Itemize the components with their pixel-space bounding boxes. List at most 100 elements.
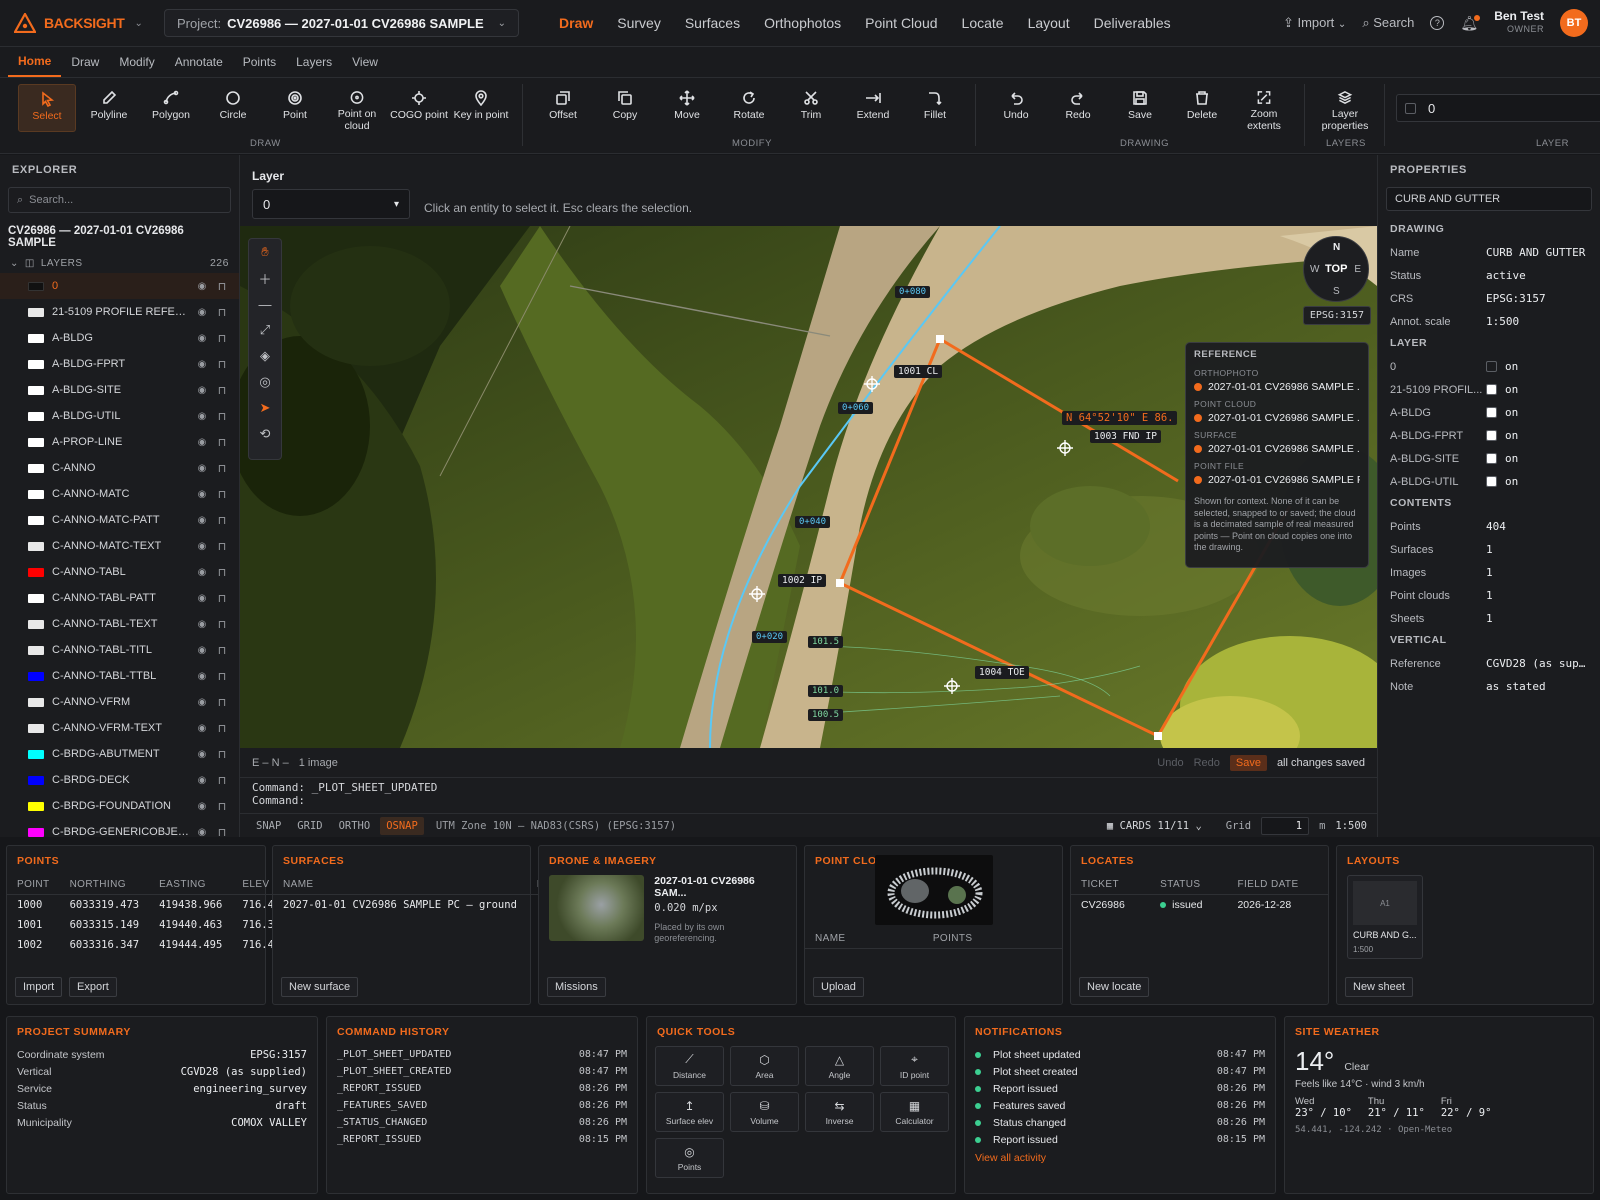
lock-icon[interactable]: ⊓ — [215, 436, 229, 449]
layer-row[interactable]: C-BRDG-ABUTMENT ◉ ⊓ — [0, 741, 239, 767]
distance-tool-button[interactable]: ⟋ Distance — [655, 1046, 724, 1086]
avatar[interactable]: BT — [1560, 9, 1588, 37]
orbit-icon[interactable]: ⟲ — [249, 421, 281, 447]
save-button[interactable]: Save — [1111, 84, 1169, 132]
reference-item[interactable]: 2027-01-01 CV26986 SAMPLE ... — [1194, 412, 1360, 424]
scale-readout[interactable]: 1:500 — [1335, 820, 1367, 832]
eye-icon[interactable]: ◉ — [195, 801, 209, 812]
angle-tool-button[interactable]: △ Angle — [805, 1046, 874, 1086]
layer-row[interactable]: C-ANNO ◉ ⊓ — [0, 455, 239, 481]
point-cloud-thumbnail[interactable] — [874, 855, 993, 925]
notification-row[interactable]: Features saved 08:26 PM — [965, 1097, 1275, 1114]
layer-color-swatch[interactable] — [28, 489, 44, 499]
polygon-button[interactable]: Polygon — [142, 84, 200, 132]
history-row[interactable]: _PLOT_SHEET_UPDATED 08:47 PM — [327, 1046, 637, 1063]
layers-group-header[interactable]: ⌄ ◫ LAYERS 226 — [0, 253, 239, 273]
layer-color-swatch[interactable] — [28, 515, 44, 525]
eye-icon[interactable]: ◉ — [195, 541, 209, 552]
layer-row[interactable]: C-ANNO-MATC-PATT ◉ ⊓ — [0, 507, 239, 533]
eye-icon[interactable]: ◉ — [195, 697, 209, 708]
view-all-activity-link[interactable]: View all activity — [965, 1148, 1275, 1168]
lock-icon[interactable]: ⊓ — [215, 644, 229, 657]
layout-sheet-tile[interactable]: A1 CURB AND G... 1:500 — [1347, 875, 1423, 959]
search-button[interactable]: ⌕ Search — [1362, 15, 1414, 31]
eye-icon[interactable]: ◉ — [195, 489, 209, 500]
history-row[interactable]: _PLOT_SHEET_CREATED 08:47 PM — [327, 1063, 637, 1080]
lock-icon[interactable]: ⊓ — [215, 670, 229, 683]
layer-row[interactable]: C-ANNO-TABL-TTBL ◉ ⊓ — [0, 663, 239, 689]
grid-toggle[interactable]: GRID — [291, 817, 328, 835]
delete-button[interactable]: Delete — [1173, 84, 1231, 132]
reference-item[interactable]: 2027-01-01 CV26986 SAMPLE ... — [1194, 381, 1360, 393]
entity-name-field[interactable]: CURB AND GUTTER — [1386, 187, 1592, 211]
table-row[interactable]: 2027-01-01 CV26986 SAMPLE PC — ground1 — [273, 895, 554, 916]
copy-button[interactable]: Copy — [596, 84, 654, 132]
layer-color-swatch[interactable] — [28, 359, 44, 369]
tab-modify[interactable]: Modify — [109, 47, 164, 77]
layer-color-swatch[interactable] — [28, 749, 44, 759]
layer-color-swatch[interactable] — [28, 541, 44, 551]
tab-draw[interactable]: Draw — [61, 47, 109, 77]
layer-visibility-checkbox[interactable] — [1486, 476, 1497, 487]
redo-link[interactable]: Redo — [1194, 757, 1220, 769]
point-button[interactable]: Point — [266, 84, 324, 132]
table-row[interactable]: 1001 6033315.149 419440.463 716.3 — [7, 915, 284, 935]
layer-row[interactable]: C-BRDG-FOUNDATION ◉ ⊓ — [0, 793, 239, 819]
eye-icon[interactable]: ◉ — [195, 775, 209, 786]
layer-row[interactable]: C-ANNO-VFRM ◉ ⊓ — [0, 689, 239, 715]
key-in-point-button[interactable]: Key in point — [452, 84, 510, 132]
layers-icon[interactable]: ◈ — [249, 343, 281, 369]
import-button[interactable]: Import — [15, 977, 63, 997]
cards-toggle[interactable]: ▦ CARDS 11/11 ⌄ — [1107, 820, 1202, 832]
undo-button[interactable]: Undo — [987, 84, 1045, 132]
lock-icon[interactable]: ⊓ — [215, 566, 229, 579]
layer-checkbox[interactable] — [1405, 102, 1416, 114]
nav-orthophotos[interactable]: Orthophotos — [752, 15, 853, 31]
polyline-button[interactable]: Polyline — [80, 84, 138, 132]
zoom-in-icon[interactable]: ＋ — [249, 265, 281, 291]
nav-deliverables[interactable]: Deliverables — [1082, 15, 1183, 31]
save-button[interactable]: Save — [1229, 754, 1267, 771]
layer-select[interactable]: 0 ▾ — [252, 189, 410, 219]
lock-icon[interactable]: ⊓ — [215, 826, 229, 839]
table-row[interactable]: 1002 6033316.347 419444.495 716.4 — [7, 935, 284, 955]
cogo-point-button[interactable]: COGO point — [390, 84, 448, 132]
layer-color-swatch[interactable] — [28, 593, 44, 603]
lock-icon[interactable]: ⊓ — [215, 462, 229, 475]
table-row[interactable]: 1000 6033319.473 419438.966 716.4 — [7, 895, 284, 916]
brand-logo[interactable]: BACKSIGHT ⌄ — [14, 13, 164, 33]
lock-icon[interactable]: ⊓ — [215, 488, 229, 501]
eye-icon[interactable]: ◉ — [195, 645, 209, 656]
layer-row[interactable]: A-BLDG-SITE ◉ ⊓ — [0, 377, 239, 403]
lock-icon[interactable]: ⊓ — [215, 540, 229, 553]
layer-visibility-checkbox[interactable] — [1486, 453, 1497, 464]
undo-link[interactable]: Undo — [1157, 757, 1183, 769]
layer-visibility-checkbox[interactable] — [1486, 384, 1497, 395]
layer-row[interactable]: 21-5109 PROFILE REFERE... ◉ ⊓ — [0, 299, 239, 325]
inverse-tool-button[interactable]: ⇆ Inverse — [805, 1092, 874, 1132]
layer-row[interactable]: C-ANNO-TABL-PATT ◉ ⊓ — [0, 585, 239, 611]
layer-row[interactable]: C-ANNO-VFRM-TEXT ◉ ⊓ — [0, 715, 239, 741]
layer-row[interactable]: C-BRDG-DECK ◉ ⊓ — [0, 767, 239, 793]
bell-icon[interactable]: 🔔︎ — [1460, 14, 1481, 32]
tab-home[interactable]: Home — [8, 47, 62, 77]
eye-icon[interactable]: ◉ — [195, 411, 209, 422]
extend-button[interactable]: Extend — [844, 84, 902, 132]
trim-button[interactable]: Trim — [782, 84, 840, 132]
lock-icon[interactable]: ⊓ — [215, 358, 229, 371]
orthophoto-thumbnail[interactable] — [549, 875, 645, 941]
help-icon[interactable]: ? — [1430, 16, 1445, 30]
lock-icon[interactable]: ⊓ — [215, 384, 229, 397]
area-tool-button[interactable]: ⬡ Area — [730, 1046, 799, 1086]
points-tool-button[interactable]: ◎ Points — [655, 1138, 724, 1178]
offset-button[interactable]: Offset — [534, 84, 592, 132]
command-line[interactable]: Command: _PLOT_SHEET_UPDATED Command: — [240, 779, 1377, 813]
layer-row[interactable]: C-ANNO-MATC-TEXT ◉ ⊓ — [0, 533, 239, 559]
history-row[interactable]: _STATUS_CHANGED 08:26 PM — [327, 1114, 637, 1131]
locate-icon[interactable]: ◎ — [249, 369, 281, 395]
layer-row[interactable]: C-ANNO-TABL-TEXT ◉ ⊓ — [0, 611, 239, 637]
snap-toggle[interactable]: SNAP — [250, 817, 287, 835]
tab-layers[interactable]: Layers — [286, 47, 342, 77]
nav-draw[interactable]: Draw — [547, 15, 605, 31]
export-button[interactable]: Export — [69, 977, 117, 997]
